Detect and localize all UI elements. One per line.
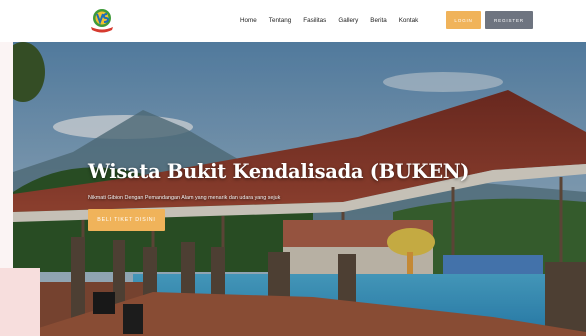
nav-fasilitas[interactable]: Fasilitas: [303, 17, 326, 24]
nav-tentang[interactable]: Tentang: [269, 17, 291, 24]
hero-title: Wisata Bukit Kendalisada (BUKEN): [88, 160, 470, 183]
nav-home[interactable]: Home: [240, 17, 257, 24]
nav-gallery[interactable]: Gallery: [338, 17, 358, 24]
nav-kontak[interactable]: Kontak: [399, 17, 419, 24]
hero-background-image: [13, 42, 586, 336]
decorative-corner: [0, 268, 40, 336]
login-button[interactable]: LOGIN: [446, 11, 481, 29]
register-button[interactable]: REGISTER: [485, 11, 533, 29]
nav-berita[interactable]: Berita: [370, 17, 386, 24]
buy-ticket-button[interactable]: BELI TIKET DISINI: [88, 209, 165, 231]
site-logo[interactable]: [88, 5, 116, 35]
hero-subtitle: Nikmati Gibion Dengan Pemandangan Alam y…: [88, 195, 281, 201]
main-nav: Home Tentang Fasilitas Gallery Berita Ko…: [240, 17, 430, 24]
hero-section: Wisata Bukit Kendalisada (BUKEN) Nikmati…: [13, 42, 586, 336]
navbar: Home Tentang Fasilitas Gallery Berita Ko…: [0, 0, 586, 42]
